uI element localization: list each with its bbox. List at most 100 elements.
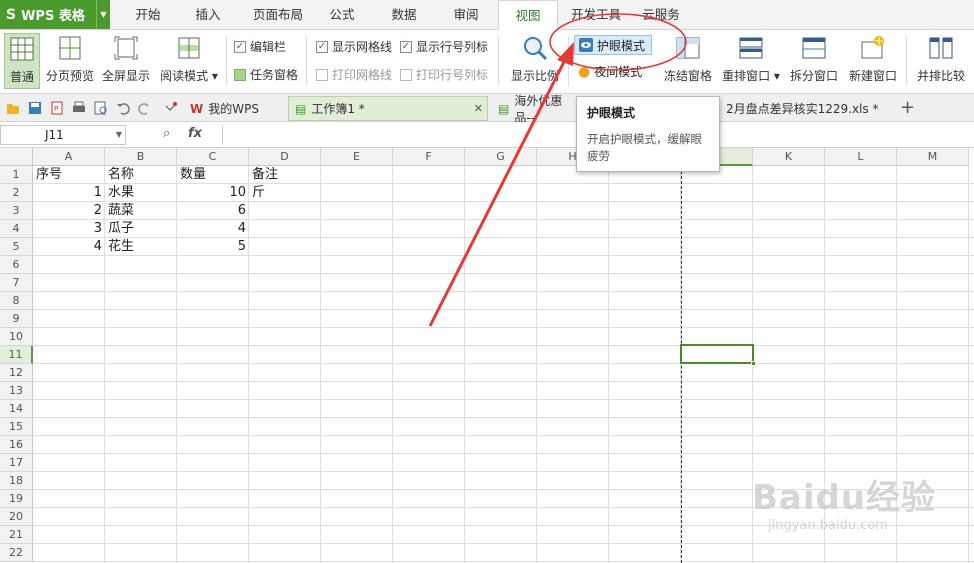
task-pane-checkbox[interactable]: 任务窗格 bbox=[234, 66, 298, 83]
cell-d2[interactable]: 斤 bbox=[249, 184, 321, 202]
split-window-button[interactable]: 拆分窗口 bbox=[786, 33, 842, 89]
night-mode-button[interactable]: ● 夜间模式 bbox=[578, 63, 642, 80]
column-header-d[interactable]: D bbox=[249, 148, 321, 166]
cell-a5[interactable]: 4 bbox=[33, 238, 105, 256]
cell-d1[interactable]: 备注 bbox=[249, 166, 321, 184]
open-folder-icon[interactable] bbox=[6, 101, 20, 115]
row-header-11[interactable]: 11 bbox=[0, 346, 33, 364]
cell-b1[interactable]: 名称 bbox=[105, 166, 177, 184]
row-header-10[interactable]: 10 bbox=[0, 328, 33, 346]
fill-handle[interactable] bbox=[751, 361, 756, 366]
row-header-1[interactable]: 1 bbox=[0, 166, 33, 184]
cell-c5[interactable]: 5 bbox=[177, 238, 249, 256]
edit-bar-checkbox[interactable]: ✓ 编辑栏 bbox=[234, 38, 286, 55]
doc-tab-inventory[interactable]: 2月盘点差异核实1229.xls * bbox=[720, 96, 896, 121]
undo-icon[interactable] bbox=[116, 101, 130, 115]
tab-review[interactable]: 审阅 bbox=[446, 0, 486, 30]
tab-formula[interactable]: 公式 bbox=[322, 0, 362, 30]
chevron-down-icon[interactable]: ▼ bbox=[96, 0, 110, 29]
cell-c2[interactable]: 10 bbox=[177, 184, 249, 202]
cell-c3[interactable]: 6 bbox=[177, 202, 249, 220]
row-header-20[interactable]: 20 bbox=[0, 508, 33, 526]
customize-toolbar-icon[interactable] bbox=[164, 101, 178, 115]
close-icon[interactable]: ✕ bbox=[474, 102, 487, 115]
name-box[interactable]: J11 ▼ bbox=[0, 125, 126, 145]
cell-a1[interactable]: 序号 bbox=[33, 166, 105, 184]
row-header-13[interactable]: 13 bbox=[0, 382, 33, 400]
column-header-l[interactable]: L bbox=[825, 148, 897, 166]
row-header-2[interactable]: 2 bbox=[0, 184, 33, 202]
show-gridlines-checkbox[interactable]: ✓ 显示网格线 bbox=[316, 38, 392, 55]
normal-view-button[interactable]: 普通 bbox=[4, 33, 40, 89]
row-header-9[interactable]: 9 bbox=[0, 310, 33, 328]
eye-mode-label: 护眼模式 bbox=[597, 38, 646, 53]
column-header-a[interactable]: A bbox=[33, 148, 105, 166]
row-header-19[interactable]: 19 bbox=[0, 490, 33, 508]
doc-tab-overseas[interactable]: ▤ 海外优惠品-- bbox=[492, 94, 576, 125]
freeze-panes-button[interactable]: 冻结窗格 bbox=[662, 33, 714, 89]
row-header-5[interactable]: 5 bbox=[0, 238, 33, 256]
new-tab-plus-icon[interactable]: + bbox=[900, 97, 915, 118]
tab-page-layout[interactable]: 页面布局 bbox=[246, 0, 310, 30]
cell-b4[interactable]: 瓜子 bbox=[105, 220, 177, 238]
page-preview-button[interactable]: 分页预览 bbox=[44, 33, 96, 89]
column-header-k[interactable]: K bbox=[753, 148, 825, 166]
redo-icon[interactable] bbox=[138, 101, 152, 115]
save-icon[interactable] bbox=[28, 101, 42, 115]
tab-cloud[interactable]: 云服务 bbox=[636, 0, 686, 30]
new-window-button[interactable]: 新建窗口 bbox=[846, 33, 900, 89]
cell-b5[interactable]: 花生 bbox=[105, 238, 177, 256]
doc-tab-my-wps[interactable]: W 我的WPS bbox=[184, 96, 282, 121]
row-header-16[interactable]: 16 bbox=[0, 436, 33, 454]
selected-cell-outline[interactable] bbox=[680, 344, 756, 366]
fx-icon[interactable]: fx bbox=[188, 126, 202, 141]
column-header-c[interactable]: C bbox=[177, 148, 249, 166]
row-header-14[interactable]: 14 bbox=[0, 400, 33, 418]
side-by-side-button[interactable]: 并排比较 bbox=[912, 33, 970, 89]
row-header-22[interactable]: 22 bbox=[0, 544, 33, 562]
print-preview-icon[interactable] bbox=[94, 101, 108, 115]
arrange-windows-button[interactable]: 重排窗口 ▾ bbox=[720, 33, 782, 89]
column-header-g[interactable]: G bbox=[465, 148, 537, 166]
column-header-b[interactable]: B bbox=[105, 148, 177, 166]
show-headers-checkbox[interactable]: ✓ 显示行号列标 bbox=[400, 38, 488, 55]
row-header-6[interactable]: 6 bbox=[0, 256, 33, 274]
cell-a4[interactable]: 3 bbox=[33, 220, 105, 238]
row-header-8[interactable]: 8 bbox=[0, 292, 33, 310]
doc-tab-workbook1[interactable]: ▤ 工作簿1 * ✕ bbox=[288, 96, 488, 121]
tab-insert[interactable]: 插入 bbox=[186, 0, 230, 30]
cell-c4[interactable]: 4 bbox=[177, 220, 249, 238]
chevron-down-icon[interactable]: ▼ bbox=[116, 126, 122, 144]
row-header-18[interactable]: 18 bbox=[0, 472, 33, 490]
column-header-e[interactable]: E bbox=[321, 148, 393, 166]
row-header-21[interactable]: 21 bbox=[0, 526, 33, 544]
reading-mode-button[interactable]: 阅读模式 ▾ bbox=[158, 33, 220, 89]
cell-c1[interactable]: 数量 bbox=[177, 166, 249, 184]
cell-a2[interactable]: 1 bbox=[33, 184, 105, 202]
export-pdf-icon[interactable]: P bbox=[50, 101, 64, 115]
row-header-3[interactable]: 3 bbox=[0, 202, 33, 220]
zoom-formula-icon[interactable]: ⌕ bbox=[163, 126, 170, 141]
cell-a3[interactable]: 2 bbox=[33, 202, 105, 220]
row-header-7[interactable]: 7 bbox=[0, 274, 33, 292]
print-headers-checkbox[interactable]: 打印行号列标 bbox=[400, 66, 488, 83]
tab-view[interactable]: 视图 bbox=[498, 0, 558, 30]
row-header-17[interactable]: 17 bbox=[0, 454, 33, 472]
column-header-m[interactable]: M bbox=[897, 148, 969, 166]
select-all-corner[interactable] bbox=[0, 148, 33, 166]
tab-start[interactable]: 开始 bbox=[126, 0, 170, 30]
cell-b2[interactable]: 水果 bbox=[105, 184, 177, 202]
app-menu-button[interactable]: S WPS 表格 ▼ bbox=[0, 0, 110, 29]
cell-b3[interactable]: 蔬菜 bbox=[105, 202, 177, 220]
tab-data[interactable]: 数据 bbox=[384, 0, 424, 30]
row-header-4[interactable]: 4 bbox=[0, 220, 33, 238]
eye-mode-button[interactable]: 护眼模式 bbox=[574, 35, 652, 55]
row-header-15[interactable]: 15 bbox=[0, 418, 33, 436]
fullscreen-button[interactable]: 全屏显示 bbox=[100, 33, 152, 89]
print-gridlines-checkbox[interactable]: 打印网格线 bbox=[316, 66, 392, 83]
column-header-f[interactable]: F bbox=[393, 148, 465, 166]
zoom-button[interactable]: 显示比例 bbox=[506, 33, 564, 89]
tab-developer[interactable]: 开发工具 bbox=[564, 0, 628, 30]
row-header-12[interactable]: 12 bbox=[0, 364, 33, 382]
print-icon[interactable] bbox=[72, 101, 86, 115]
